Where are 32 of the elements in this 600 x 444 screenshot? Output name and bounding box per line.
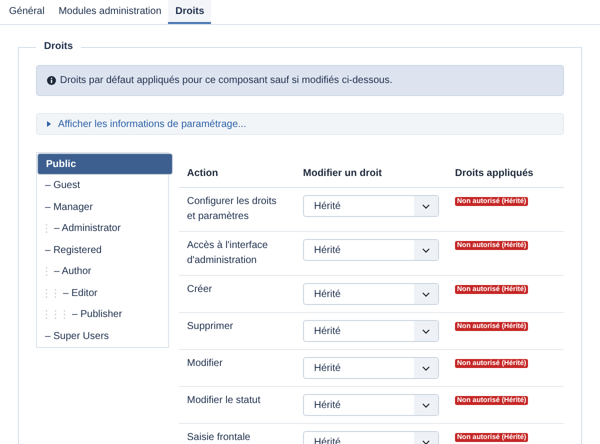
chevron-down-icon: [422, 292, 430, 296]
fieldset-legend: Droits: [36, 41, 81, 52]
action-label: Modifier: [187, 358, 223, 369]
tab[interactable]: Modules administration: [52, 0, 168, 24]
permission-select[interactable]: Hérité: [303, 283, 439, 305]
chevron-down-icon: [422, 366, 430, 370]
chevron-down-icon: [422, 440, 430, 444]
permission-select[interactable]: Hérité: [303, 394, 439, 416]
column-header: Droits appliqués: [447, 152, 564, 188]
chevron-down-icon: [422, 402, 430, 408]
action-label: Saisie frontale: [187, 432, 250, 443]
permission-select[interactable]: Hérité: [303, 357, 439, 379]
info-icon: [47, 76, 56, 85]
tab[interactable]: Droits: [168, 0, 212, 24]
chevron-down-icon: [422, 248, 430, 252]
info-text: Droits par défaut appliqués pour ce composant sauf si modifiés ci-dessous.: [60, 75, 392, 86]
details-toggle[interactable]: Afficher les informations de paramétrage...: [36, 113, 564, 135]
tab[interactable]: Général: [2, 0, 52, 24]
action-label: Configurer les droits et paramètres: [187, 196, 276, 222]
chevron-down-icon: [422, 328, 430, 334]
action-label: Supprimer: [187, 321, 234, 332]
triangle-icon: [47, 121, 51, 127]
column-header: Modifier un droit: [295, 152, 447, 188]
permission-select[interactable]: Hérité: [303, 320, 439, 342]
group-item[interactable]: Public: [37, 153, 173, 175]
column-header: Action: [179, 152, 295, 188]
action-label: Modifier le statut: [187, 395, 260, 406]
chevron-down-icon: [422, 204, 430, 208]
permission-select[interactable]: Hérité: [303, 239, 439, 261]
action-label: Créer: [187, 284, 212, 295]
action-label: Accès à l'interface d'administration: [187, 240, 268, 266]
permission-select[interactable]: Hérité: [303, 195, 439, 217]
